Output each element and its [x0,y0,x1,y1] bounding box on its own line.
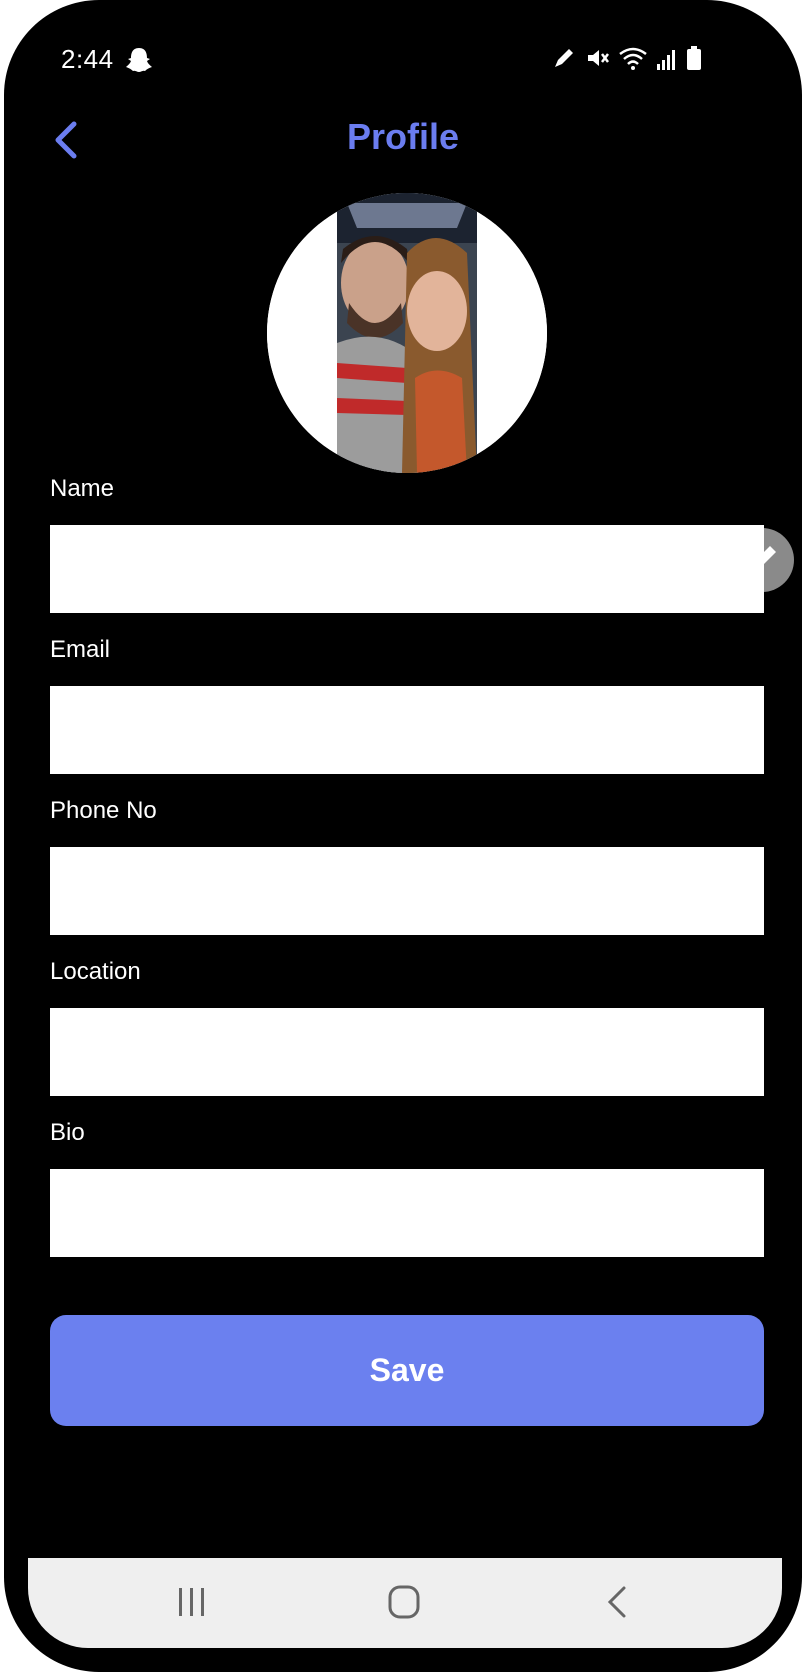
battery-icon [687,46,701,70]
profile-photo [267,193,547,473]
back-icon[interactable] [588,1578,648,1628]
save-button[interactable]: Save [50,1315,764,1426]
phone-screen: 2:44 Profile Name Email Phone No Locatio… [4,0,802,1672]
system-nav-bar [28,1558,782,1648]
phone-input[interactable] [50,847,764,935]
phone-label: Phone No [50,797,157,824]
profile-avatar[interactable] [267,193,547,473]
snapchat-ghost-icon [126,48,152,72]
location-input[interactable] [50,1008,764,1096]
photo-content [337,193,477,473]
email-input[interactable] [50,686,764,774]
page-title: Profile [346,116,460,157]
location-label: Location [50,958,141,985]
signal-icon [657,50,675,70]
home-icon[interactable] [374,1578,434,1628]
side-button-left-middle [4,298,14,398]
recent-apps-icon[interactable] [162,1578,222,1628]
wifi-icon [619,47,647,70]
name-label: Name [50,475,115,502]
pen-icon [555,49,573,67]
mute-icon [588,50,609,66]
bio-label: Bio [50,1119,85,1146]
status-icons [552,46,702,70]
side-button-left-bottom [4,432,14,532]
status-time: 2:44 [61,44,114,74]
bio-input[interactable] [50,1169,764,1257]
name-input[interactable] [50,525,764,613]
side-button-left-top [4,195,14,251]
email-label: Email [50,636,111,663]
status-bar: 2:44 [4,0,802,120]
